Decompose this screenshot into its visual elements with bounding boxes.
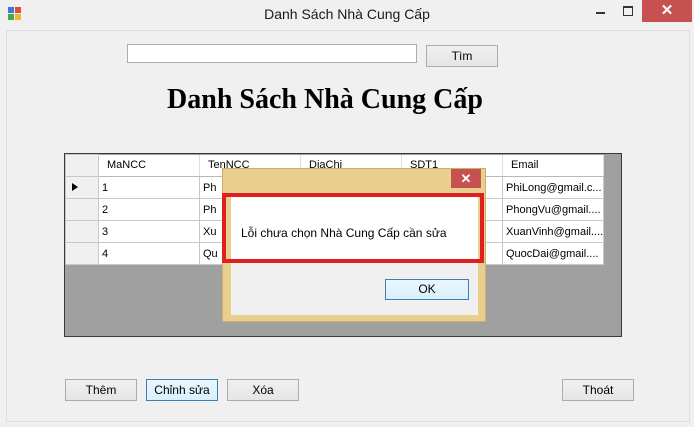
delete-button[interactable]: Xóa [227,379,299,401]
row-header[interactable] [65,198,99,221]
cell-mancc[interactable]: 1 [98,176,200,199]
column-header-mancc[interactable]: MaNCC [98,154,200,177]
cell-mancc[interactable]: 3 [98,220,200,243]
close-window-button[interactable]: ✕ [642,0,692,22]
message-highlight-box [222,193,484,263]
cell-email[interactable]: XuanVinh@gmail.... [501,220,605,243]
row-pointer-icon [72,182,78,191]
minimize-button[interactable] [586,0,614,22]
cell-mancc[interactable]: 2 [98,198,200,221]
page-heading: Danh Sách Nhà Cung Cấp [167,84,483,115]
row-header[interactable] [65,220,99,243]
row-header[interactable] [65,176,99,199]
dialog-close-button[interactable]: ✕ [451,169,481,188]
column-header-email[interactable]: Email [502,154,605,177]
row-header[interactable] [65,242,99,265]
row-header-corner [65,154,99,177]
title-bar: Danh Sách Nhà Cung Cấp ✕ [0,0,694,30]
cell-email[interactable]: QuocDai@gmail.... [501,242,605,265]
maximize-button[interactable] [614,0,642,22]
cell-mancc[interactable]: 4 [98,242,200,265]
cell-email[interactable]: PhiLong@gmail.c... [501,176,605,199]
exit-button[interactable]: Thoát [562,379,634,401]
search-input[interactable] [127,44,417,63]
ok-button[interactable]: OK [385,279,469,300]
cell-email[interactable]: PhongVu@gmail.... [501,198,605,221]
add-button[interactable]: Thêm [65,379,137,401]
edit-button[interactable]: Chỉnh sửa [146,379,218,401]
search-button[interactable]: Tìm [426,45,498,67]
